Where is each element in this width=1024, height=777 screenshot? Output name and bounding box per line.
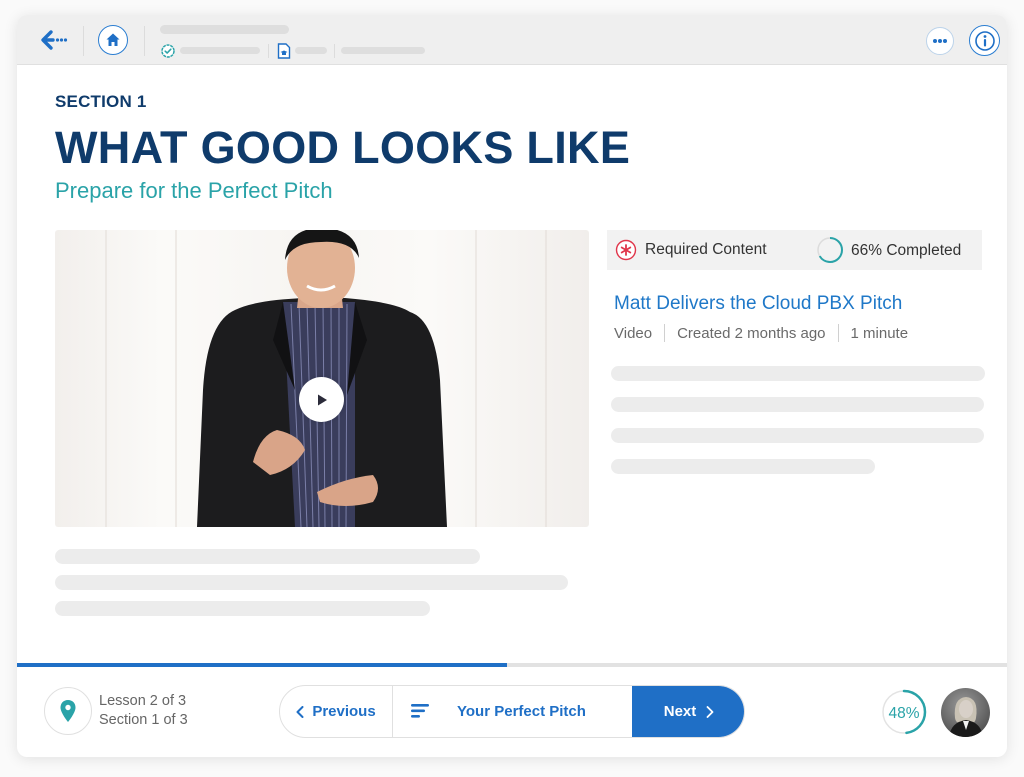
content-type: Video (614, 324, 653, 342)
more-options-button[interactable] (926, 27, 954, 55)
play-icon (317, 394, 327, 405)
course-progress-fill (17, 663, 508, 667)
back-button[interactable] (39, 27, 69, 53)
home-button[interactable] (98, 25, 128, 55)
next-button[interactable]: Next (632, 686, 744, 737)
course-document-icon (277, 43, 291, 59)
user-photo (949, 697, 983, 737)
content-status-bar: Required Content 66% Completed (607, 230, 982, 270)
meta-divider (664, 324, 666, 342)
previous-label: Previous (312, 703, 376, 720)
chevron-left-icon (296, 705, 304, 718)
page-subtitle: Prepare for the Perfect Pitch (55, 178, 333, 203)
breadcrumb-placeholder[interactable] (180, 47, 260, 54)
play-button[interactable] (299, 377, 344, 422)
content-item-meta: Video Created 2 months ago 1 minute (614, 324, 908, 342)
course-progress-bar (17, 663, 1007, 667)
next-label: Next (663, 703, 697, 720)
toc-label: Your Perfect Pitch (457, 703, 586, 720)
completion-label: 66% Completed (851, 242, 962, 259)
content-item-title[interactable]: Matt Delivers the Cloud PBX Pitch (614, 293, 902, 315)
section-position: Section 1 of 3 (99, 712, 188, 728)
required-asterisk-icon (615, 239, 637, 261)
ellipsis-icon (933, 39, 947, 43)
divider (83, 26, 84, 56)
user-avatar[interactable] (941, 688, 990, 737)
description-placeholder-line (55, 601, 430, 616)
meta-divider (837, 324, 839, 342)
divider (268, 44, 269, 58)
home-icon (106, 33, 120, 46)
description-placeholder-line (55, 575, 568, 590)
page-title: WHAT GOOD LOOKS LIKE (55, 122, 631, 173)
duration: 1 minute (850, 324, 909, 342)
info-button[interactable] (969, 25, 1000, 56)
lesson-navigation: Previous Your Perfect Pitch Next (279, 685, 745, 738)
table-of-contents-button[interactable]: Your Perfect Pitch (393, 686, 632, 737)
check-badge-icon (161, 44, 175, 58)
breadcrumb-placeholder[interactable] (295, 47, 327, 54)
top-bar (17, 15, 1007, 65)
divider (144, 26, 145, 56)
details-placeholder-line (611, 397, 984, 412)
details-placeholder-line (611, 459, 875, 474)
created-date: Created 2 months ago (677, 324, 826, 342)
overall-progress-label: 48% (888, 705, 920, 722)
description-placeholder-line (55, 549, 480, 564)
details-placeholder-line (611, 428, 984, 443)
info-icon (974, 30, 995, 51)
chevron-right-icon (706, 705, 714, 718)
menu-lines-icon (411, 704, 429, 718)
previous-button[interactable]: Previous (280, 686, 393, 737)
course-title-placeholder (160, 25, 289, 34)
content-progress-ring (817, 237, 843, 263)
divider (334, 44, 335, 58)
arrow-left-dotted-icon (41, 30, 68, 50)
location-button[interactable] (44, 687, 92, 735)
lesson-position: Lesson 2 of 3 (99, 693, 187, 709)
breadcrumb-placeholder[interactable] (341, 47, 425, 54)
map-pin-icon (60, 700, 76, 722)
required-content-label: Required Content (645, 241, 767, 258)
app-window: SECTION 1 WHAT GOOD LOOKS LIKE Prepare f… (17, 15, 1007, 757)
section-label: SECTION 1 (55, 92, 147, 111)
details-placeholder-line (611, 366, 985, 381)
